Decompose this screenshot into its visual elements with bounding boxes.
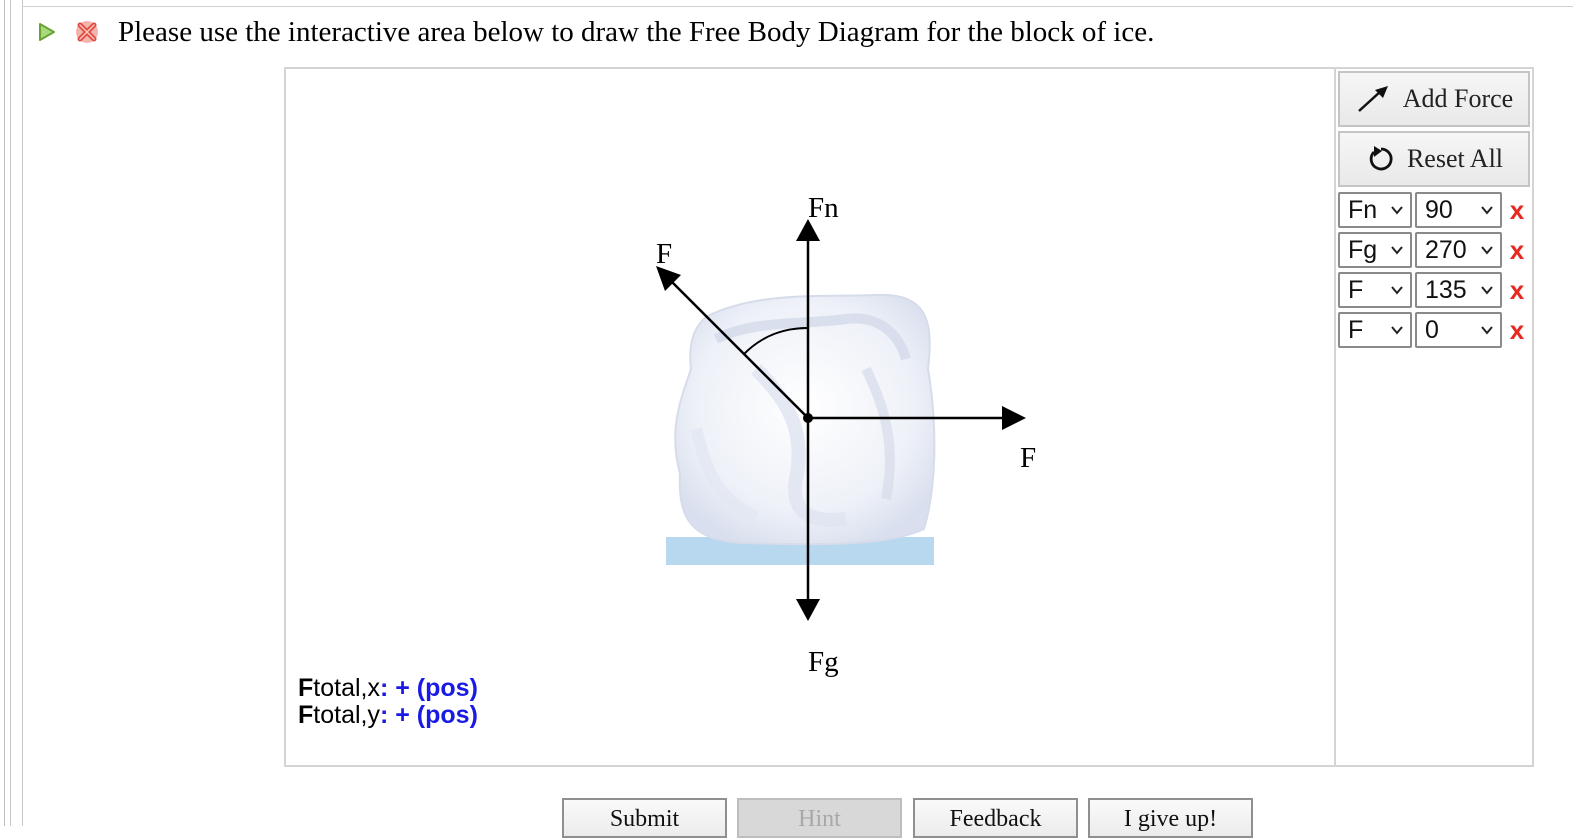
- frame-line: [4, 0, 5, 826]
- ice-block-image: [666, 293, 936, 565]
- delete-force-button[interactable]: x: [1505, 235, 1529, 266]
- force-row: F 135 x: [1338, 271, 1529, 309]
- chevron-down-icon: [1481, 326, 1493, 335]
- frame-line: [22, 6, 1573, 7]
- force-angle-select[interactable]: 270: [1415, 232, 1502, 268]
- feedback-button[interactable]: Feedback: [913, 798, 1078, 838]
- force-panel: Add Force Reset All Fn 90 x Fg 270 x F 1…: [1334, 69, 1534, 765]
- reset-all-button[interactable]: Reset All: [1338, 131, 1530, 187]
- force-name-select[interactable]: Fn: [1338, 192, 1412, 228]
- total-x-symbol: F: [298, 674, 314, 702]
- total-y-subscript: total,y: [313, 701, 380, 729]
- force-f-right-arrowhead: [1002, 406, 1026, 430]
- total-y-symbol: F: [298, 701, 314, 729]
- total-x-subscript: total,x: [313, 674, 380, 702]
- force-row: Fg 270 x: [1338, 231, 1529, 269]
- force-name-select[interactable]: Fg: [1338, 232, 1412, 268]
- chevron-down-icon: [1391, 326, 1403, 335]
- question-prompt: Please use the interactive area below to…: [118, 16, 1155, 48]
- frame-line: [10, 0, 11, 826]
- force-origin-point[interactable]: [803, 413, 813, 423]
- total-x-value: : + (pos): [379, 674, 478, 702]
- force-name-select[interactable]: F: [1338, 272, 1412, 308]
- delete-force-button[interactable]: x: [1505, 315, 1529, 346]
- chevron-down-icon: [1481, 206, 1493, 215]
- force-fg-arrowhead: [796, 599, 820, 621]
- reset-all-label: Reset All: [1406, 144, 1504, 173]
- total-y-row: Ftotal,y: + (pos): [298, 702, 478, 729]
- delete-force-button[interactable]: x: [1505, 275, 1529, 306]
- force-name-select[interactable]: F: [1338, 312, 1412, 348]
- give-up-button[interactable]: I give up!: [1088, 798, 1253, 838]
- total-x-row: Ftotal,x: + (pos): [298, 675, 478, 702]
- chevron-down-icon: [1391, 246, 1403, 255]
- drawing-canvas[interactable]: Fn F F Fg Ftotal,x: + (pos) Ftotal,y: + …: [286, 69, 1333, 765]
- force-totals: Ftotal,x: + (pos) Ftotal,y: + (pos): [298, 675, 478, 729]
- total-y-value: : + (pos): [379, 701, 478, 729]
- reset-icon: [1369, 146, 1393, 171]
- delete-force-button[interactable]: x: [1505, 195, 1529, 226]
- add-force-button[interactable]: Add Force: [1338, 71, 1530, 127]
- hint-button: Hint: [737, 798, 902, 838]
- add-force-label: Add Force: [1402, 84, 1514, 113]
- force-angle-select[interactable]: 135: [1415, 272, 1502, 308]
- frame-line: [22, 0, 23, 826]
- play-arrow-icon[interactable]: [36, 21, 58, 43]
- force-angle-select[interactable]: 90: [1415, 192, 1502, 228]
- chevron-down-icon: [1391, 206, 1403, 215]
- incorrect-x-icon: [76, 21, 98, 43]
- force-row: Fn 90 x: [1338, 191, 1529, 229]
- label-f-diagonal: F: [656, 238, 672, 270]
- label-fg: Fg: [808, 646, 839, 678]
- force-angle-select[interactable]: 0: [1415, 312, 1502, 348]
- label-f-right: F: [1020, 442, 1036, 474]
- label-fn: Fn: [808, 192, 839, 224]
- force-row: F 0 x: [1338, 311, 1529, 349]
- submit-button[interactable]: Submit: [562, 798, 727, 838]
- chevron-down-icon: [1481, 246, 1493, 255]
- arrow-diagonal-icon: [1357, 86, 1388, 112]
- chevron-down-icon: [1481, 286, 1493, 295]
- fbd-workspace: Fn F F Fg Ftotal,x: + (pos) Ftotal,y: + …: [284, 67, 1534, 767]
- chevron-down-icon: [1391, 286, 1403, 295]
- status-icons: [36, 14, 102, 50]
